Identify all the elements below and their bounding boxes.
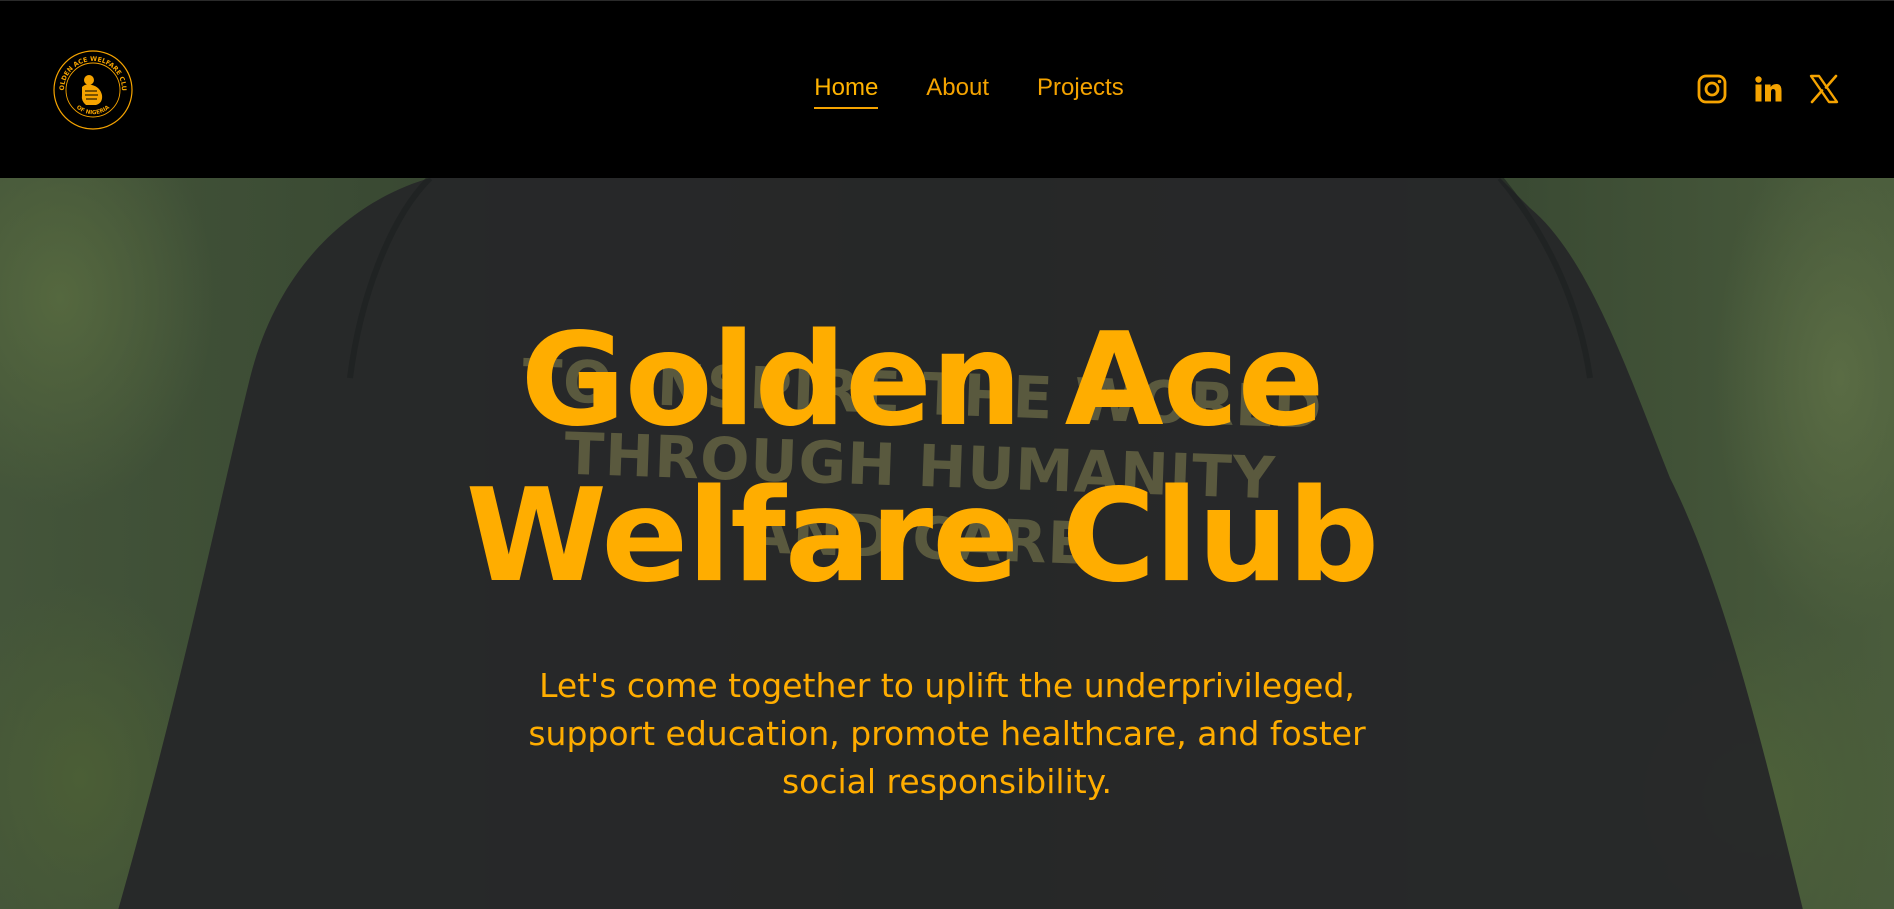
hero-title-line2: Welfare Club [465, 462, 1379, 611]
main-nav: Home About Projects [0, 73, 1894, 109]
hero-title: Golden Ace Welfare Club [0, 303, 1894, 615]
site-header: GOLDEN ACE WELFARE CLUB OF NIGERIA Home … [0, 0, 1894, 178]
nav-home[interactable]: Home [814, 73, 879, 109]
linkedin-icon [1755, 76, 1782, 102]
nav-projects[interactable]: Projects [1037, 73, 1124, 109]
instagram-icon [1697, 74, 1727, 104]
nav-about[interactable]: About [926, 73, 989, 109]
linkedin-link[interactable] [1752, 73, 1784, 105]
x-twitter-icon [1809, 74, 1839, 104]
instagram-link[interactable] [1696, 73, 1728, 105]
hero-title-line1: Golden Ace [520, 306, 1325, 455]
hero-subtitle: Let's come together to uplift the underp… [528, 666, 1366, 801]
page: GOLDEN ACE WELFARE CLUB OF NIGERIA Home … [0, 0, 1894, 909]
social-links [1696, 73, 1840, 105]
hero-section: TO INSPIRE THE WORLD THROUGH HUMANITY AN… [0, 178, 1894, 909]
x-twitter-link[interactable] [1808, 73, 1840, 105]
